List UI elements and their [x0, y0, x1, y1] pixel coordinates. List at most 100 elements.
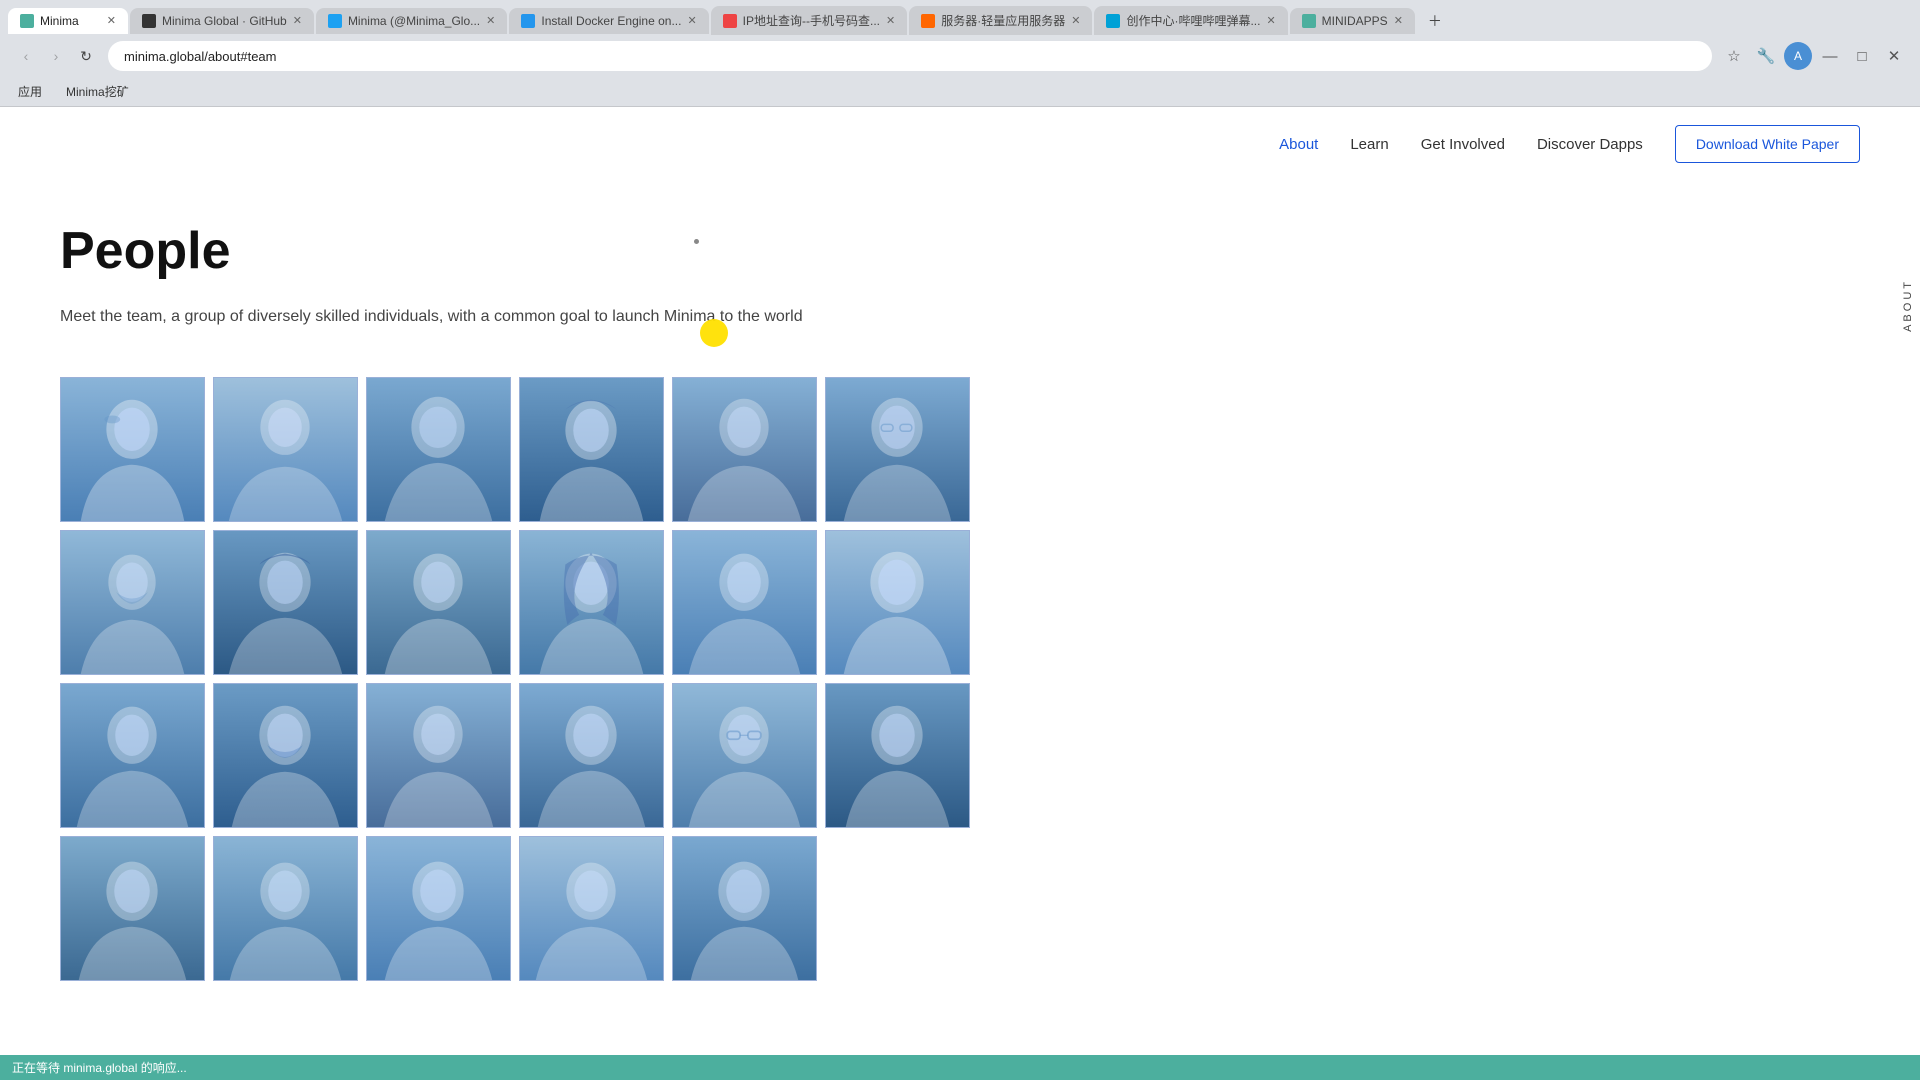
download-white-paper-button[interactable]: Download White Paper [1675, 125, 1860, 163]
team-member-6[interactable] [825, 377, 970, 522]
team-member-23[interactable] [672, 836, 817, 981]
team-member-2[interactable] [213, 377, 358, 522]
extensions-button[interactable]: 🔧 [1752, 42, 1780, 70]
tab-favicon [921, 14, 935, 28]
team-member-9[interactable] [366, 530, 511, 675]
person-silhouette [520, 378, 663, 521]
team-member-7[interactable] [60, 530, 205, 675]
person-silhouette [61, 378, 204, 521]
tab-close-btn[interactable]: ✕ [687, 14, 696, 27]
person-silhouette [214, 684, 357, 827]
tab-bar: Minima ✕ Minima Global · GitHub ✕ Minima… [0, 0, 1920, 35]
tab-github[interactable]: Minima Global · GitHub ✕ [130, 8, 314, 34]
bookmark-label: 应用 [18, 83, 42, 100]
tab-close-btn[interactable]: ✕ [1071, 14, 1080, 27]
team-member-20[interactable] [213, 836, 358, 981]
member-photo [214, 684, 357, 827]
bookmark-apps[interactable]: 应用 [12, 81, 48, 102]
member-photo [826, 531, 969, 674]
tab-label: Install Docker Engine on... [541, 14, 681, 28]
member-photo [61, 531, 204, 674]
team-member-4[interactable] [519, 377, 664, 522]
forward-button[interactable]: › [42, 42, 70, 70]
minimize-button[interactable]: — [1816, 42, 1844, 70]
tab-bilibili[interactable]: 创作中心·哔哩哔哩弹幕... ✕ [1094, 6, 1287, 35]
nav-learn[interactable]: Learn [1350, 136, 1388, 153]
team-member-3[interactable] [366, 377, 511, 522]
maximize-button[interactable]: □ [1848, 42, 1876, 70]
team-member-5[interactable] [672, 377, 817, 522]
member-photo [61, 837, 204, 980]
tab-close-btn[interactable]: ✕ [293, 14, 302, 27]
profile-button[interactable]: A [1784, 42, 1812, 70]
team-member-17[interactable] [672, 683, 817, 828]
member-photo [214, 378, 357, 521]
browser-window: Minima ✕ Minima Global · GitHub ✕ Minima… [0, 0, 1920, 107]
team-member-14[interactable] [213, 683, 358, 828]
tab-minima[interactable]: Minima ✕ [8, 8, 128, 34]
tab-minidapps[interactable]: MINIDAPPS ✕ [1290, 8, 1415, 34]
team-member-22[interactable] [519, 836, 664, 981]
tab-close-btn[interactable]: ✕ [107, 14, 116, 27]
team-member-10[interactable] [519, 530, 664, 675]
team-member-11[interactable] [672, 530, 817, 675]
team-member-1[interactable] [60, 377, 205, 522]
toolbar-actions: ☆ 🔧 A — □ ✕ [1720, 42, 1908, 70]
nav-get-involved[interactable]: Get Involved [1421, 136, 1505, 153]
tab-close-btn[interactable]: ✕ [486, 14, 495, 27]
page-subtitle: Meet the team, a group of diversely skil… [60, 305, 1140, 329]
tab-close-btn[interactable]: ✕ [1266, 14, 1275, 27]
reload-button[interactable]: ↻ [72, 42, 100, 70]
member-photo [61, 378, 204, 521]
back-button[interactable]: ‹ [12, 42, 40, 70]
bookmark-label: Minima挖矿 [66, 83, 129, 100]
person-silhouette [673, 684, 816, 827]
tab-docker[interactable]: Install Docker Engine on... ✕ [509, 8, 708, 34]
main-section: People Meet the team, a group of diverse… [0, 181, 1200, 1041]
member-photo [673, 837, 816, 980]
person-silhouette [673, 837, 816, 980]
team-member-13[interactable] [60, 683, 205, 828]
tab-favicon [521, 14, 535, 28]
close-window-button[interactable]: ✕ [1880, 42, 1908, 70]
bookmarks-bar: 应用 Minima挖矿 [0, 77, 1920, 107]
person-silhouette [61, 837, 204, 980]
side-about-label: ABOUT [1896, 267, 1920, 344]
bookmark-button[interactable]: ☆ [1720, 42, 1748, 70]
tab-server[interactable]: 服务器·轻量应用服务器 ✕ [909, 6, 1092, 35]
team-member-15[interactable] [366, 683, 511, 828]
team-member-16[interactable] [519, 683, 664, 828]
team-member-19[interactable] [60, 836, 205, 981]
new-tab-button[interactable]: ＋ [1421, 7, 1449, 35]
member-photo [520, 378, 663, 521]
nav-dot [694, 239, 699, 244]
nav-discover-dapps[interactable]: Discover Dapps [1537, 136, 1643, 153]
person-silhouette [61, 684, 204, 827]
nav-buttons: ‹ › ↻ [12, 42, 100, 70]
status-text: 正在等待 minima.global 的响应... [12, 1059, 187, 1076]
tab-favicon [723, 14, 737, 28]
tab-close-btn[interactable]: ✕ [1394, 14, 1403, 27]
person-silhouette [61, 531, 204, 674]
person-silhouette [214, 378, 357, 521]
tab-close-btn[interactable]: ✕ [886, 14, 895, 27]
browser-toolbar: ‹ › ↻ minima.global/about#team ☆ 🔧 A — □… [0, 35, 1920, 77]
team-member-18[interactable] [825, 683, 970, 828]
tab-twitter[interactable]: Minima (@Minima_Glo... ✕ [316, 8, 507, 34]
member-photo [673, 378, 816, 521]
team-member-8[interactable] [213, 530, 358, 675]
person-silhouette [826, 684, 969, 827]
team-member-21[interactable] [366, 836, 511, 981]
nav-about[interactable]: About [1279, 136, 1318, 153]
member-photo [520, 531, 663, 674]
member-photo [61, 684, 204, 827]
team-member-12[interactable] [825, 530, 970, 675]
tab-ip[interactable]: IP地址查询--手机号码查... ✕ [711, 6, 908, 35]
address-bar[interactable]: minima.global/about#team [108, 41, 1712, 71]
bookmark-minima[interactable]: Minima挖矿 [60, 81, 135, 102]
person-silhouette [367, 837, 510, 980]
page-content: About Learn Get Involved Discover Dapps … [0, 107, 1920, 1041]
person-silhouette [673, 531, 816, 674]
tab-label: IP地址查询--手机号码查... [743, 12, 880, 29]
tab-label: 创作中心·哔哩哔哩弹幕... [1126, 12, 1260, 29]
